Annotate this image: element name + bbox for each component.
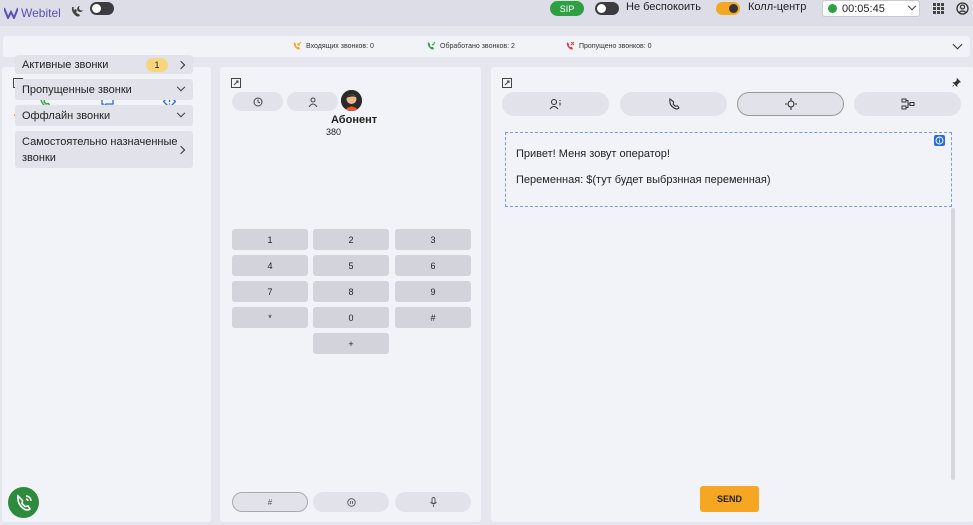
info-icon [935,136,944,145]
list-item-offline-calls[interactable]: Оффлайн звонки [15,105,193,126]
dial-key-1[interactable]: 1 [232,229,308,250]
history-icon [253,97,262,106]
dnd-toggle[interactable] [595,2,619,15]
flow-tab-button[interactable] [854,92,961,116]
status-timer-select[interactable]: 00:05:45 [822,0,920,17]
stat-processed: Обработано звонков: 2 [426,41,515,51]
callcenter-toggle[interactable] [716,2,740,15]
phone-icon [668,98,680,110]
call-categories-list: Активные звонки 1 Пропущенные звонки Офф… [15,55,193,173]
quick-toggle[interactable] [90,2,114,15]
target-script-icon [784,98,797,110]
script-variable-line: Переменная: $(тут будет выбрзнная переме… [516,174,771,186]
pin-icon[interactable] [952,78,961,87]
contact-button[interactable] [287,92,338,111]
hold-button[interactable] [313,492,389,512]
logo-text: Webitel [21,6,61,20]
script-greeting: Привет! Меня зовут оператор! [516,148,670,160]
user-account-icon[interactable] [956,2,969,15]
chevron-down-icon [176,82,186,91]
phone-call-icon [16,493,32,511]
subscriber-name: Абонент [331,114,378,126]
send-button[interactable]: SEND [700,486,759,512]
script-content-box: Привет! Меня зовут оператор! Переменная:… [505,132,952,207]
expand-icon[interactable] [502,78,512,88]
chevron-down-icon [176,108,186,117]
sip-status-badge: SIP [550,1,584,16]
dial-key-hash[interactable]: # [395,307,471,328]
call-stats-bar: Входящих звонков: 0 Обработано звонков: … [3,36,970,57]
pause-circle-icon [346,497,356,507]
webitel-logo-icon [4,7,18,19]
history-button[interactable] [232,92,283,111]
mute-button[interactable] [395,492,471,512]
script-scrollbar[interactable] [951,208,955,480]
logo: Webitel [4,3,61,23]
dial-key-9[interactable]: 9 [395,281,471,302]
phone-moon-icon [71,6,83,17]
dial-key-7[interactable]: 7 [232,281,308,302]
chevron-down-icon [907,1,917,10]
processed-call-icon [427,41,436,50]
timer-value: 00:05:45 [842,2,885,15]
apps-grid-icon[interactable] [933,3,944,14]
dial-key-4[interactable]: 4 [232,255,308,276]
dial-key-2[interactable]: 2 [313,229,389,250]
dial-key-3[interactable]: 3 [395,229,471,250]
missed-call-icon [566,41,575,50]
online-status-icon [828,4,837,13]
dial-key-8[interactable]: 8 [313,281,389,302]
dial-key-plus[interactable]: + [313,333,389,354]
person-icon [308,97,317,107]
dnd-label: Не беспокоить [626,1,701,13]
hash-label: # [267,497,273,507]
call-tab-button[interactable] [620,92,727,116]
stat-missed: Пропущено звонков: 0 [565,41,652,51]
list-item-active-calls[interactable]: Активные звонки 1 [15,55,193,74]
user-info-icon [549,98,561,110]
dial-key-6[interactable]: 6 [395,255,471,276]
subscriber-avatar [341,90,362,111]
call-fab-button[interactable] [8,487,39,518]
subscriber-number: 380 [326,127,342,137]
incoming-call-icon [293,41,302,50]
callcenter-label: Колл-центр [748,1,807,13]
expand-icon[interactable] [231,78,241,88]
flow-diagram-icon [901,98,914,110]
active-calls-count-badge: 1 [146,57,168,72]
chevron-right-icon [176,60,186,69]
script-tab-button[interactable] [737,92,844,116]
list-item-missed-calls[interactable]: Пропущенные звонки [15,79,193,100]
avatar-person-icon [341,90,362,111]
dial-key-star[interactable]: * [232,307,308,328]
microphone-icon [429,497,437,507]
chevron-right-icon [176,145,186,154]
top-bar: Webitel SIP Не беспокоить Колл-центр 00:… [0,0,973,26]
dial-key-5[interactable]: 5 [313,255,389,276]
dial-key-0[interactable]: 0 [313,307,389,328]
stat-incoming: Входящих звонков: 0 [292,41,374,51]
info-badge[interactable] [934,135,945,146]
client-info-button[interactable] [502,92,609,116]
list-item-self-assigned-calls[interactable]: Самостоятельно назначенные звонки [15,131,193,168]
stats-expand-chevron-icon[interactable] [952,39,963,50]
numpad-toggle-button[interactable]: # [232,492,308,512]
